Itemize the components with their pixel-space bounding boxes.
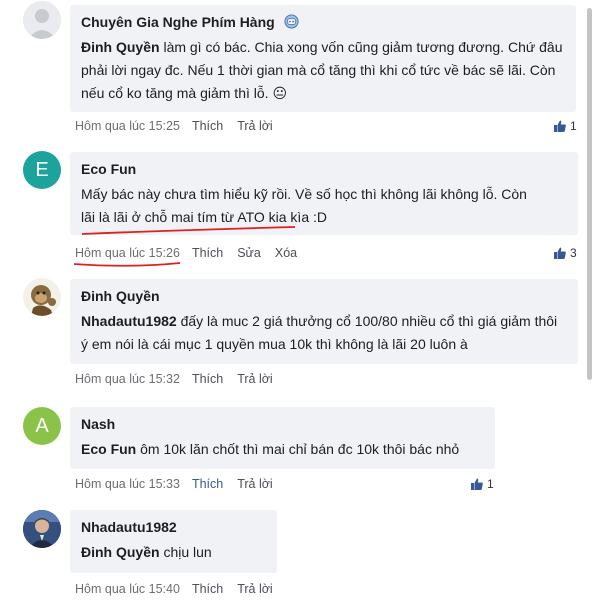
- mention-link[interactable]: Đinh Quyền: [81, 39, 160, 55]
- comment-bubble: Nhadautu1982 Đinh Quyền chịu lun: [70, 510, 277, 573]
- comment-meta: Hôm qua lúc 15:40 Thích Trả lời: [75, 582, 287, 596]
- comment-5: Nhadautu1982 Đinh Quyền chịu lun Hôm qua…: [0, 505, 585, 600]
- comment-4: A Nash Eco Fun ôm 10k lăn chốt thì mai c…: [0, 400, 585, 505]
- delete-button[interactable]: Xóa: [275, 246, 297, 260]
- mention-link[interactable]: Nhadautu1982: [81, 313, 177, 329]
- comment-line-1: Mấy bác này chưa tìm hiểu kỹ rồi. Về số …: [81, 186, 527, 202]
- edit-button[interactable]: Sửa: [237, 246, 261, 260]
- robot-badge-icon: [284, 14, 299, 29]
- comment-bubble: Đinh Quyền Nhadautu1982 đấy là muc 2 giá…: [70, 279, 578, 364]
- comment-author[interactable]: Chuyên Gia Nghe Phím Hàng: [81, 13, 564, 32]
- default-avatar[interactable]: [23, 1, 61, 39]
- person-photo-avatar-icon: [23, 510, 61, 548]
- avatar-letter: E: [35, 158, 49, 181]
- reply-button[interactable]: Trả lời: [237, 119, 273, 133]
- comment-text: Eco Fun ôm 10k lăn chốt thì mai chỉ bán …: [81, 438, 483, 461]
- comment-text: Nhadautu1982 đấy là muc 2 giá thưởng cổ …: [81, 310, 566, 356]
- comment-meta: Hôm qua lúc 15:25 Thích Trả lời: [75, 119, 287, 133]
- comment-meta: Hôm qua lúc 15:26 Thích Sửa Xóa: [75, 246, 311, 260]
- thumbs-up-icon: [471, 478, 483, 490]
- monkey-avatar-icon: [23, 278, 61, 316]
- comment-bubble: Eco Fun Mấy bác này chưa tìm hiểu kỹ rồi…: [70, 152, 578, 235]
- reply-button[interactable]: Trả lời: [237, 372, 273, 386]
- timestamp[interactable]: Hôm qua lúc 15:33: [75, 477, 180, 491]
- mention-link[interactable]: Eco Fun: [81, 441, 136, 457]
- author-name[interactable]: Chuyên Gia Nghe Phím Hàng: [81, 14, 275, 30]
- like-count[interactable]: 1: [471, 477, 494, 491]
- like-button[interactable]: Thích: [192, 246, 223, 260]
- like-count-value: 1: [487, 477, 494, 491]
- emoji-icon: 😐: [272, 85, 288, 101]
- like-count[interactable]: 1: [554, 119, 577, 133]
- comment-bubble: Nash Eco Fun ôm 10k lăn chốt thì mai chỉ…: [70, 407, 495, 469]
- author-name[interactable]: Nhadautu1982: [81, 518, 265, 537]
- timestamp[interactable]: Hôm qua lúc 15:40: [75, 582, 180, 596]
- timestamp[interactable]: Hôm qua lúc 15:26: [75, 246, 180, 260]
- like-button-active[interactable]: Thích: [192, 477, 223, 491]
- user-silhouette-icon: [23, 1, 61, 39]
- reply-button[interactable]: Trả lời: [237, 477, 273, 491]
- comment-bubble: Chuyên Gia Nghe Phím Hàng Đinh Quyền làm…: [70, 5, 576, 112]
- comment-body: ôm 10k lăn chốt thì mai chỉ bán đc 10k t…: [136, 441, 460, 457]
- comment-1: Chuyên Gia Nghe Phím Hàng Đinh Quyền làm…: [0, 0, 585, 140]
- like-count-value: 1: [570, 119, 577, 133]
- author-name[interactable]: Đinh Quyền: [81, 287, 566, 306]
- timestamp[interactable]: Hôm qua lúc 15:32: [75, 372, 180, 386]
- like-button[interactable]: Thích: [192, 119, 223, 133]
- comment-text: Đinh Quyền chịu lun: [81, 541, 265, 564]
- mention-link[interactable]: Đinh Quyền: [81, 544, 160, 560]
- like-count[interactable]: 3: [554, 246, 577, 260]
- like-button[interactable]: Thích: [192, 582, 223, 596]
- scrollbar-thumb[interactable]: [587, 8, 592, 380]
- thumbs-up-icon: [554, 247, 566, 259]
- comment-text: Mấy bác này chưa tìm hiểu kỹ rồi. Về số …: [81, 183, 566, 229]
- avatar[interactable]: A: [23, 407, 61, 445]
- comment-line-2: lãi là lãi ở chỗ mai tím từ ATO kia kìa …: [81, 209, 327, 225]
- comment-body: chịu lun: [159, 544, 212, 560]
- thumbs-up-icon: [554, 120, 566, 132]
- comment-text: Đinh Quyền làm gì có bác. Chia xong vốn …: [81, 36, 564, 105]
- avatar[interactable]: [23, 510, 61, 548]
- comment-meta: Hôm qua lúc 15:32 Thích Trả lời: [75, 372, 287, 386]
- author-name[interactable]: Eco Fun: [81, 160, 566, 179]
- avatar[interactable]: E: [23, 151, 61, 189]
- timestamp[interactable]: Hôm qua lúc 15:25: [75, 119, 180, 133]
- avatar[interactable]: [23, 278, 61, 316]
- like-count-value: 3: [570, 246, 577, 260]
- comment-meta: Hôm qua lúc 15:33 Thích Trả lời: [75, 477, 287, 491]
- comment-2: E Eco Fun Mấy bác này chưa tìm hiểu kỹ r…: [0, 140, 585, 270]
- author-name[interactable]: Nash: [81, 415, 483, 434]
- reply-button[interactable]: Trả lời: [237, 582, 273, 596]
- comment-3: Đinh Quyền Nhadautu1982 đấy là muc 2 giá…: [0, 270, 585, 400]
- like-button[interactable]: Thích: [192, 372, 223, 386]
- avatar-letter: A: [35, 414, 49, 437]
